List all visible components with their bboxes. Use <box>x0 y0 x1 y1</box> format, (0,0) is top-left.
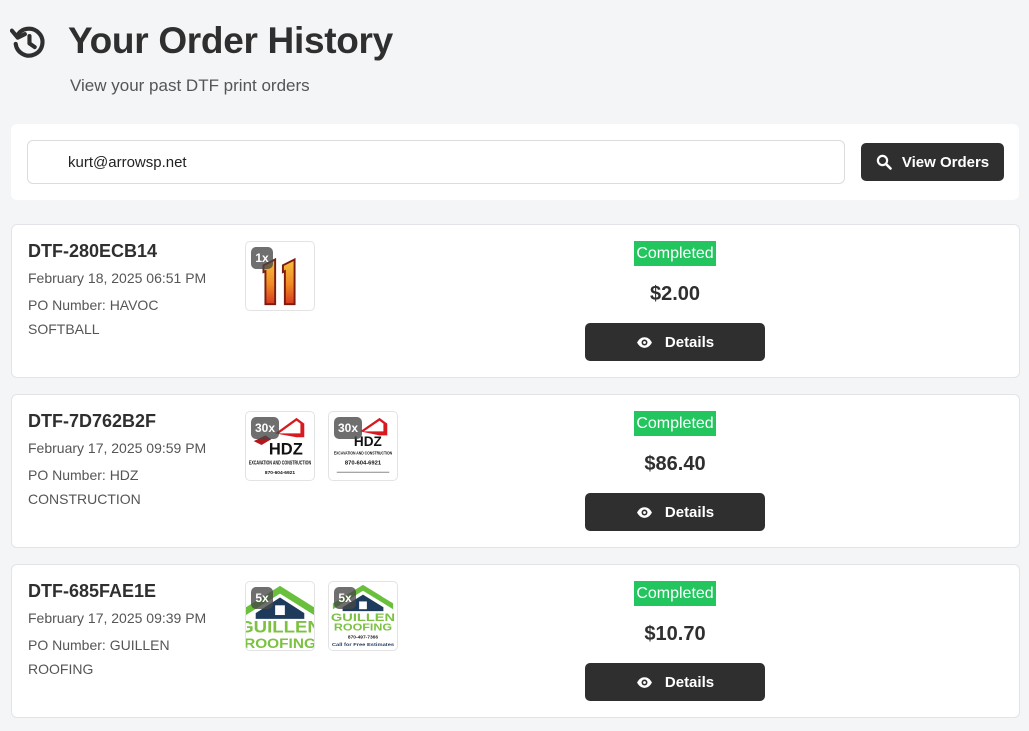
view-orders-button[interactable]: View Orders <box>861 143 1004 181</box>
order-item-thumbnail[interactable]: GUILLEN ROOFING 870-497-7366 Call for Fr… <box>328 581 398 651</box>
order-date: February 18, 2025 06:51 PM <box>28 270 207 286</box>
guillen-logo-note: Call for Free Estimates <box>332 642 395 648</box>
email-input[interactable] <box>27 140 845 184</box>
history-icon <box>10 26 45 58</box>
order-total: $2.00 <box>649 283 701 305</box>
status-badge: Completed <box>634 241 716 266</box>
hdz-logo-subtext: EXCAVATION AND CONSTRUCTION <box>249 460 311 466</box>
order-po-number: PO Number: GUILLEN ROOFING <box>28 637 170 677</box>
hdz-logo-text: HDZ <box>269 441 303 459</box>
order-total: $86.40 <box>644 453 706 475</box>
details-button[interactable]: Details <box>585 493 765 531</box>
details-label: Details <box>664 503 715 521</box>
order-po-number: PO Number: HDZ CONSTRUCTION <box>28 467 141 507</box>
eye-icon <box>636 676 652 688</box>
order-id: DTF-685FAE1E <box>28 581 157 601</box>
order-card: DTF-7D762B2F February 17, 2025 09:59 PM … <box>11 394 1020 548</box>
order-po-number: PO Number: HAVOC SOFTBALL <box>28 297 159 337</box>
order-item-thumbnail[interactable]: 1x <box>245 241 315 311</box>
eye-icon <box>636 506 652 518</box>
guillen-logo-text: GUILLEN <box>246 619 314 637</box>
order-date: February 17, 2025 09:59 PM <box>28 440 207 456</box>
quantity-badge: 1x <box>251 247 273 269</box>
quantity-badge: 30x <box>251 417 280 439</box>
quantity-badge: 5x <box>334 587 356 609</box>
quantity-badge: 5x <box>251 587 273 609</box>
hdz-logo-phone: 870-604-6921 <box>265 470 295 476</box>
search-card: View Orders <box>11 124 1019 200</box>
quantity-badge: 30x <box>334 417 363 439</box>
order-date: February 17, 2025 09:39 PM <box>28 610 207 626</box>
order-id: DTF-7D762B2F <box>28 411 157 431</box>
order-item-thumbnail[interactable]: HDZ EXCAVATION AND CONSTRUCTION 870-604-… <box>245 411 315 481</box>
order-item-thumbnail[interactable]: GUILLEN ROOFING 5x <box>245 581 315 651</box>
order-card: DTF-280ECB14 February 18, 2025 06:51 PM … <box>11 224 1020 378</box>
hdz-logo-phone: 870-604-6921 <box>345 460 382 466</box>
guillen-logo-subtext: ROOFING <box>246 636 314 650</box>
guillen-logo-phone: 870-497-7366 <box>348 634 378 640</box>
search-icon <box>876 154 892 170</box>
page-title: Your Order History <box>68 20 393 61</box>
details-button[interactable]: Details <box>585 663 765 701</box>
page-subtitle: View your past DTF print orders <box>70 76 310 95</box>
status-badge: Completed <box>634 581 716 606</box>
guillen-logo-subtext: ROOFING <box>334 623 392 634</box>
status-badge: Completed <box>634 411 716 436</box>
view-orders-label: View Orders <box>901 153 990 171</box>
details-label: Details <box>664 333 715 351</box>
order-card: DTF-685FAE1E February 17, 2025 09:39 PM … <box>11 564 1020 718</box>
eye-icon <box>636 336 652 348</box>
order-total: $10.70 <box>644 623 706 645</box>
hdz-logo-subtext: EXCAVATION AND CONSTRUCTION <box>334 451 393 457</box>
order-item-thumbnail[interactable]: HDZ EXCAVATION AND CONSTRUCTION 870-604-… <box>328 411 398 481</box>
details-button[interactable]: Details <box>585 323 765 361</box>
details-label: Details <box>664 673 715 691</box>
order-id: DTF-280ECB14 <box>28 241 158 261</box>
